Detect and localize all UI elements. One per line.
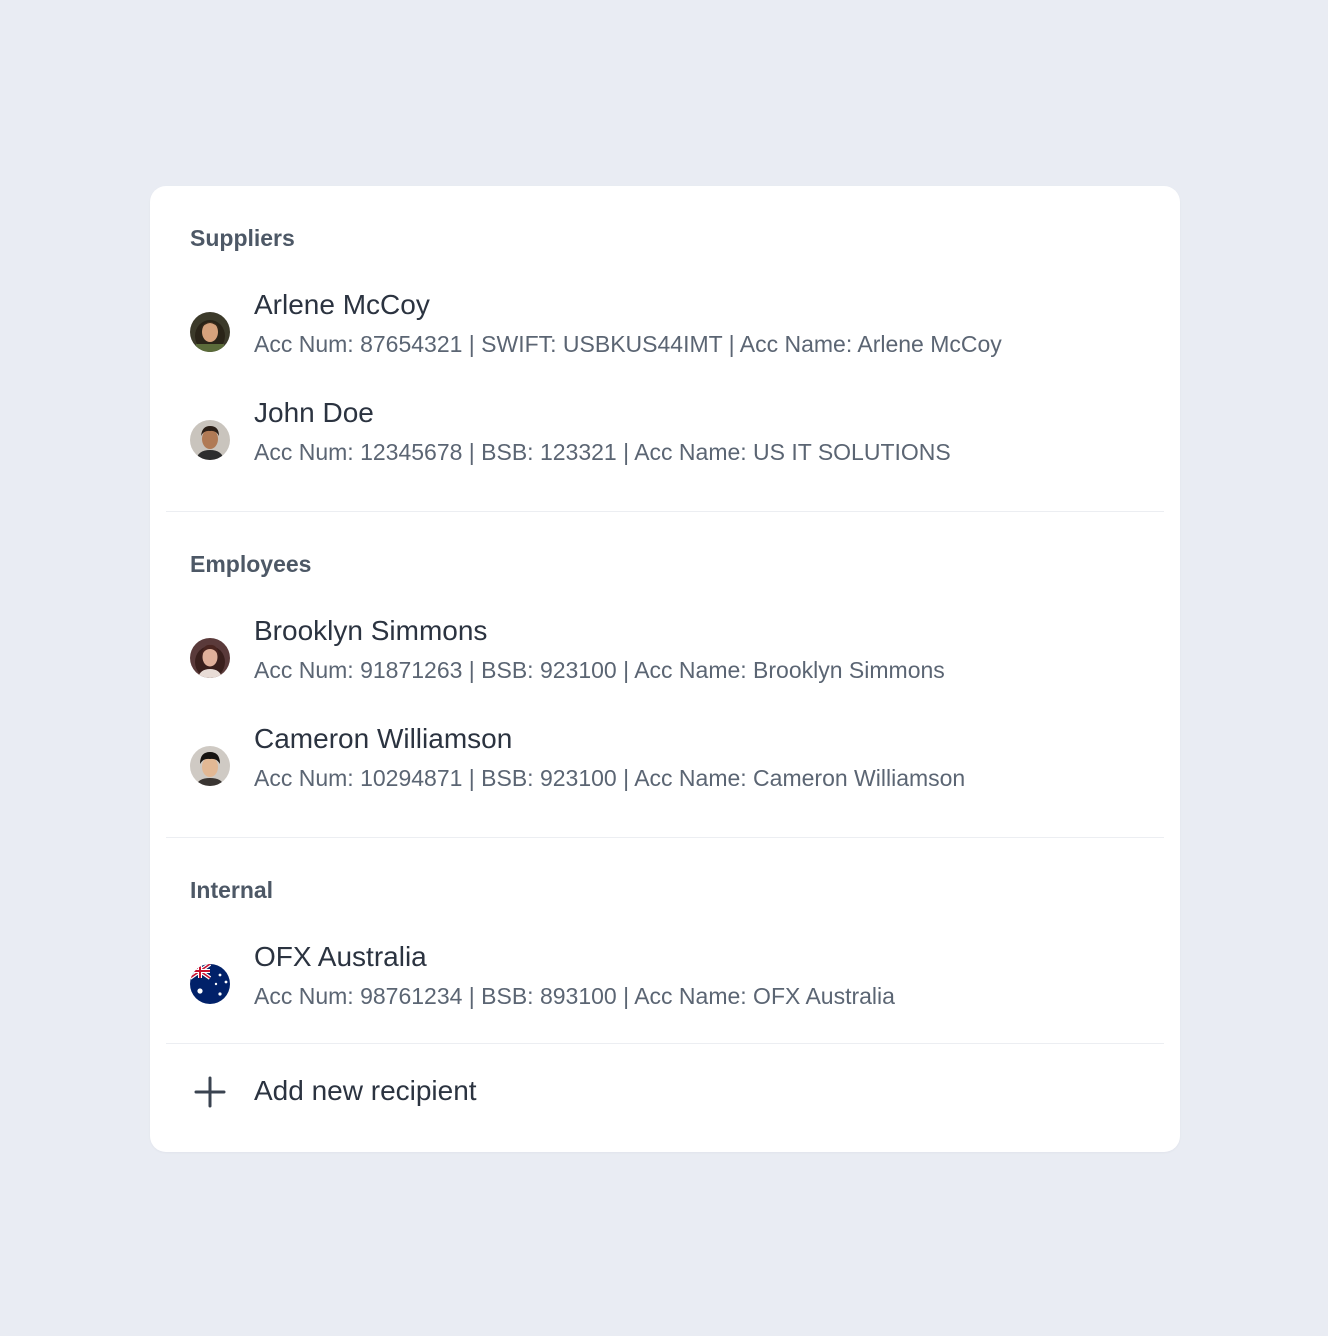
recipient-item-arlene-mccoy[interactable]: Arlene McCoy Acc Num: 87654321 | SWIFT: … xyxy=(190,288,1150,368)
recipient-details: Acc Num: 98761234 | BSB: 893100 | Acc Na… xyxy=(254,983,895,1009)
recipient-item-ofx-australia[interactable]: OFX Australia Acc Num: 98761234 | BSB: 8… xyxy=(190,940,1150,1020)
recipient-details: Acc Num: 12345678 | BSB: 123321 | Acc Na… xyxy=(254,439,951,465)
recipient-list-card: Suppliers Arlene McCoy Acc Num: 87654321… xyxy=(150,186,1180,1152)
recipient-details: Acc Num: 91871263 | BSB: 923100 | Acc Na… xyxy=(254,657,945,683)
avatar xyxy=(190,420,230,460)
section-divider xyxy=(166,837,1164,838)
section-title-employees: Employees xyxy=(190,551,312,577)
avatar xyxy=(190,312,230,352)
recipient-name: Brooklyn Simmons xyxy=(254,615,488,646)
plus-icon xyxy=(194,1076,226,1108)
add-new-recipient-label: Add new recipient xyxy=(254,1075,477,1106)
recipient-details: Acc Num: 10294871 | BSB: 923100 | Acc Na… xyxy=(254,765,966,791)
recipient-item-cameron-williamson[interactable]: Cameron Williamson Acc Num: 10294871 | B… xyxy=(190,722,1150,802)
recipient-item-john-doe[interactable]: John Doe Acc Num: 12345678 | BSB: 123321… xyxy=(190,396,1150,476)
recipient-details: Acc Num: 87654321 | SWIFT: USBKUS44IMT |… xyxy=(254,331,1002,357)
avatar xyxy=(190,746,230,786)
recipient-name: OFX Australia xyxy=(254,941,427,972)
recipient-name: Cameron Williamson xyxy=(254,723,513,754)
recipient-name: John Doe xyxy=(254,397,374,428)
section-title-internal: Internal xyxy=(190,877,274,903)
australia-flag-icon xyxy=(190,964,230,1004)
section-title-suppliers: Suppliers xyxy=(190,225,295,251)
section-divider xyxy=(166,1043,1164,1044)
recipient-item-brooklyn-simmons[interactable]: Brooklyn Simmons Acc Num: 91871263 | BSB… xyxy=(190,614,1150,694)
recipient-name: Arlene McCoy xyxy=(254,289,430,320)
section-divider xyxy=(166,511,1164,512)
add-new-recipient-button[interactable]: Add new recipient xyxy=(190,1070,1150,1114)
avatar xyxy=(190,638,230,678)
